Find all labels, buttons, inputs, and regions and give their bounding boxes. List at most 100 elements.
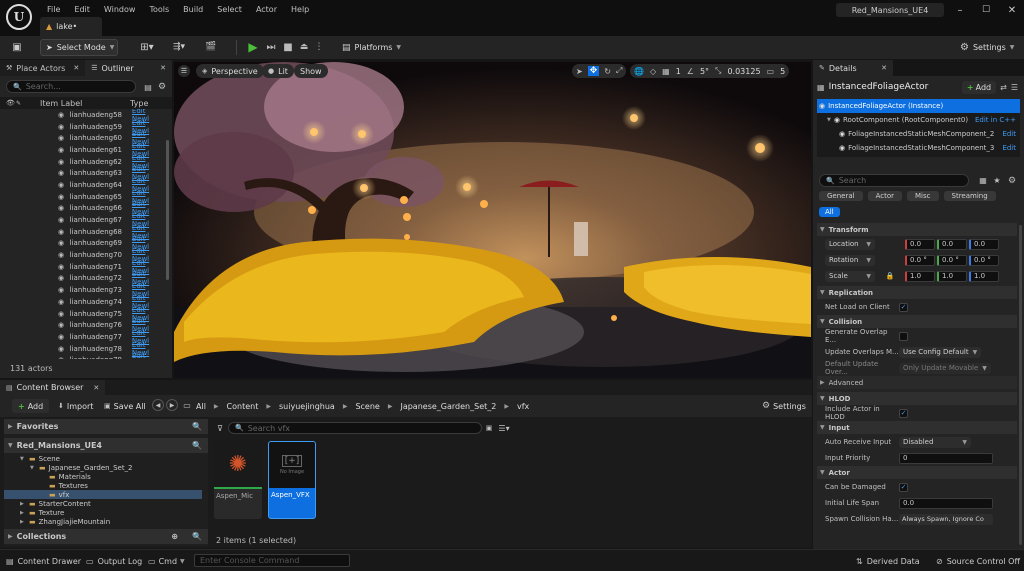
scale-dropdown[interactable]: Scale ▼ — [825, 270, 875, 282]
step-icon[interactable]: ⏭ — [264, 39, 278, 55]
generate-overlap-checkbox[interactable] — [899, 331, 908, 341]
add-button[interactable]: + Add — [12, 399, 50, 413]
scale-snap-icon[interactable]: ⤡ — [715, 66, 721, 76]
close-icon[interactable]: ✕ — [93, 384, 99, 392]
select-mode-button[interactable]: ➤ Select Mode ▼ — [40, 39, 118, 56]
initial-life-field[interactable]: 0.0 — [899, 497, 993, 509]
star-icon[interactable]: ★ — [991, 174, 1003, 187]
default-update-dropdown[interactable]: Only Update Movable ▼ — [899, 362, 991, 374]
folder-icon[interactable]: ▭ — [182, 399, 192, 411]
source-control-button[interactable]: ⊘ Source Control Off — [936, 554, 1020, 568]
close-icon[interactable]: ✕ — [160, 64, 166, 72]
eject-icon[interactable]: ⏏ — [298, 39, 310, 55]
menu-window[interactable]: Window — [97, 5, 143, 14]
folder-tree-item[interactable]: ▼ ▬ Japanese_Garden_Set_2 — [4, 463, 202, 472]
col-type[interactable]: Type — [130, 99, 148, 108]
close-icon[interactable]: ✕ — [73, 64, 79, 72]
back-icon[interactable]: ◀ — [152, 399, 164, 411]
section-replication[interactable]: ▼ Replication — [817, 286, 1017, 299]
add-folder-icon[interactable]: ▤ — [142, 81, 154, 93]
rotation-snap-value[interactable]: 5° — [700, 67, 709, 76]
breadcrumb-item[interactable]: All — [196, 402, 206, 411]
component-row[interactable]: ◉ InstancedFoliageActor (Instance) — [817, 99, 1020, 113]
level-viewport[interactable]: ☰ ◈ Perspective ● Lit Show ➤ ✥ ↻ ⤢ 🌐 ◇ ▦… — [174, 62, 811, 378]
rotate-tool-icon[interactable]: ↻ — [604, 67, 611, 76]
content-drawer-button[interactable]: ▤ Content Drawer — [6, 554, 81, 568]
spawn-collision-dropdown[interactable]: Always Spawn, Ignore Co — [899, 513, 993, 525]
save-icon[interactable]: ▣ — [10, 40, 24, 54]
add-collection-icon[interactable]: ⊕ — [171, 532, 178, 541]
input-priority-field[interactable]: 0 — [899, 452, 993, 464]
rotation-snap-icon[interactable]: ∠ — [687, 67, 694, 76]
visibility-icon[interactable]: 👁 — [6, 99, 16, 107]
content-browser-tab[interactable]: ▤ Content Browser ✕ — [0, 380, 106, 395]
chevron-down-icon[interactable]: ▼ — [20, 456, 26, 462]
section-collision[interactable]: ▼ Collision — [817, 315, 1017, 328]
rotation-z-field[interactable]: 0.0 ° — [969, 254, 999, 266]
console-input[interactable]: Enter Console Command — [194, 554, 350, 567]
net-load-checkbox[interactable]: ✓ — [899, 302, 908, 312]
location-dropdown[interactable]: Location ▼ — [825, 238, 875, 250]
sort-icon[interactable]: ☰▾ — [496, 422, 512, 434]
tab-place-actors[interactable]: ⚒ Place Actors ✕ — [0, 60, 86, 76]
play-icon[interactable]: ▶ — [246, 39, 260, 55]
folder-tree-item[interactable]: ▬ Textures — [4, 481, 202, 490]
more-options-icon[interactable]: ⋮ — [314, 39, 324, 55]
menu-actor[interactable]: Actor — [249, 5, 284, 14]
include-hlod-checkbox[interactable]: ✓ — [899, 408, 908, 418]
close-icon[interactable]: ✕ — [1002, 3, 1022, 17]
details-scrollbar[interactable] — [1019, 225, 1022, 545]
outliner-row-type[interactable]: Edit Newl — [132, 352, 164, 359]
gear-icon[interactable]: ⚙ — [156, 81, 168, 93]
menu-edit[interactable]: Edit — [67, 5, 97, 14]
outliner-row[interactable]: ◉lianhuadeng79Edit Newl — [0, 352, 164, 359]
blueprint-icon[interactable]: ⇶▾ — [168, 40, 190, 54]
platforms-button[interactable]: ▤ Platforms ▼ — [342, 39, 401, 56]
stop-icon[interactable]: ■ — [282, 39, 294, 55]
details-search-input[interactable]: 🔍 Search — [819, 174, 969, 187]
output-log-button[interactable]: ▭ Output Log — [86, 554, 142, 568]
folder-tree-item[interactable]: ▶ ▬ ZhangJiajieMountain — [4, 517, 202, 526]
col-item-label[interactable]: Item Label — [40, 99, 130, 108]
save-all-button[interactable]: ▣ Save All — [104, 399, 146, 413]
lit-button[interactable]: ● Lit — [262, 64, 294, 78]
folder-tree-item[interactable]: ▶ ▬ Texture — [4, 508, 202, 517]
grid-snap-icon[interactable]: ▦ — [662, 67, 670, 76]
filter-tab-misc[interactable]: Misc — [907, 191, 939, 201]
menu-help[interactable]: Help — [284, 5, 316, 14]
component-edit-link[interactable]: Edit in C++ — [975, 116, 1016, 124]
asset-tile[interactable]: ✺ Aspen_Mic — [214, 441, 262, 519]
outliner-scrollbar[interactable] — [166, 140, 169, 280]
component-row[interactable]: ◉ FoliageInstancedStaticMeshComponent_2 Ed… — [817, 127, 1020, 141]
camera-speed-value[interactable]: 5 — [780, 67, 785, 76]
location-y-field[interactable]: 0.0 — [937, 238, 967, 250]
breadcrumb-item[interactable]: vfx — [517, 402, 529, 411]
close-icon[interactable]: ✕ — [881, 64, 887, 72]
section-hlod[interactable]: ▼ HLOD — [817, 392, 1017, 405]
gear-icon[interactable]: ⚙ — [1006, 174, 1018, 187]
forward-icon[interactable]: ▶ — [166, 399, 178, 411]
breadcrumb-item[interactable]: Content — [227, 402, 259, 411]
asset-tile-selected[interactable]: [+] No Image Aspen_VFX — [268, 441, 316, 519]
surface-snap-icon[interactable]: ◇ — [650, 67, 656, 76]
property-matrix-icon[interactable]: ▦ — [977, 174, 989, 187]
component-edit-link[interactable]: Edit — [1002, 144, 1016, 152]
filter-tab-streaming[interactable]: Streaming — [943, 191, 996, 201]
grid-size-value[interactable]: 1 — [676, 67, 681, 76]
filter-tab-general[interactable]: General — [819, 191, 863, 201]
details-tab[interactable]: ✎ Details ✕ — [813, 60, 1024, 76]
world-space-icon[interactable]: 🌐 — [634, 67, 644, 76]
section-transform[interactable]: ▼ Transform — [817, 223, 1017, 236]
select-tool-icon[interactable]: ➤ — [576, 67, 583, 76]
content-browser-settings-button[interactable]: ⚙ Settings — [762, 399, 806, 413]
can-be-damaged-checkbox[interactable]: ✓ — [899, 482, 908, 492]
chevron-right-icon[interactable]: ▶ — [20, 519, 26, 525]
chevron-right-icon[interactable]: ▶ — [20, 501, 26, 507]
blueprint-icon[interactable]: ⇄ — [1000, 83, 1007, 92]
search-icon[interactable]: 🔍 — [192, 532, 202, 541]
project-header[interactable]: ▼ Red_Mansions_UE4 🔍 — [4, 438, 208, 453]
lock-icon[interactable]: 🔒 — [877, 272, 903, 280]
cinematics-icon[interactable]: 🎬 — [200, 40, 222, 54]
section-advanced[interactable]: ▶ Advanced — [817, 376, 1017, 389]
location-x-field[interactable]: 0.0 — [905, 238, 935, 250]
